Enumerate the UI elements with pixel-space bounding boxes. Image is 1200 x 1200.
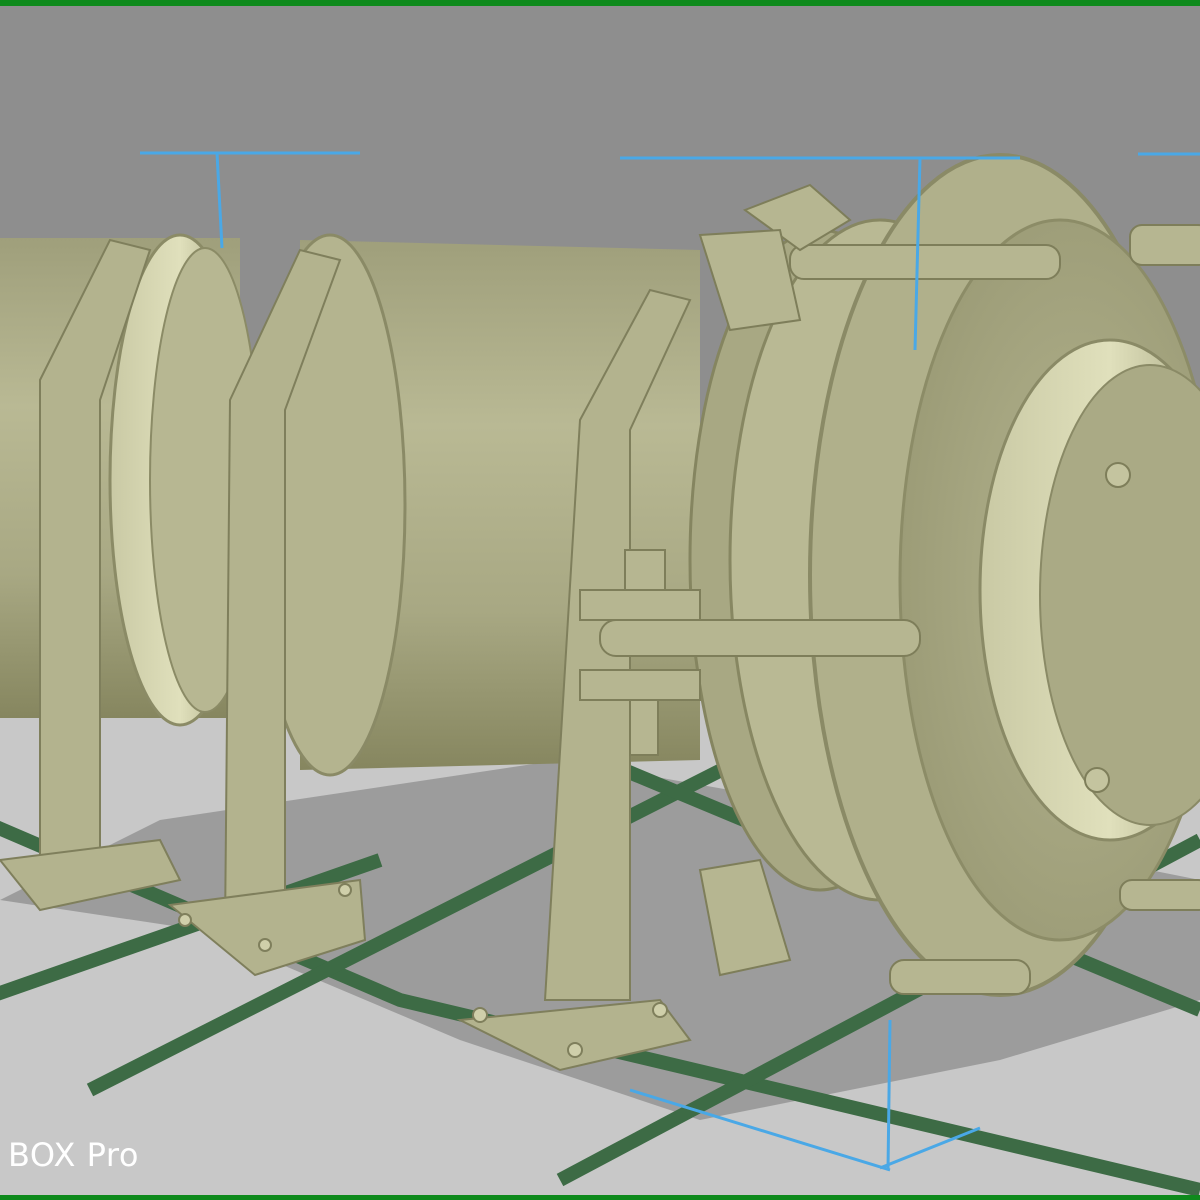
tie-rod-top-right (1129, 224, 1200, 266)
frame-border-top (0, 0, 1200, 6)
dimension-line (886, 1019, 892, 1171)
frame-border-bottom (0, 1195, 1200, 1200)
tie-rod-right (1119, 879, 1200, 911)
nozzle-bolt (1084, 767, 1110, 793)
watermark-text: BOX Pro (8, 1136, 139, 1174)
scene-render[interactable] (0, 0, 1200, 1200)
nozzle-bolt (1105, 462, 1131, 488)
3d-viewport[interactable]: BOX Pro (0, 0, 1200, 1200)
